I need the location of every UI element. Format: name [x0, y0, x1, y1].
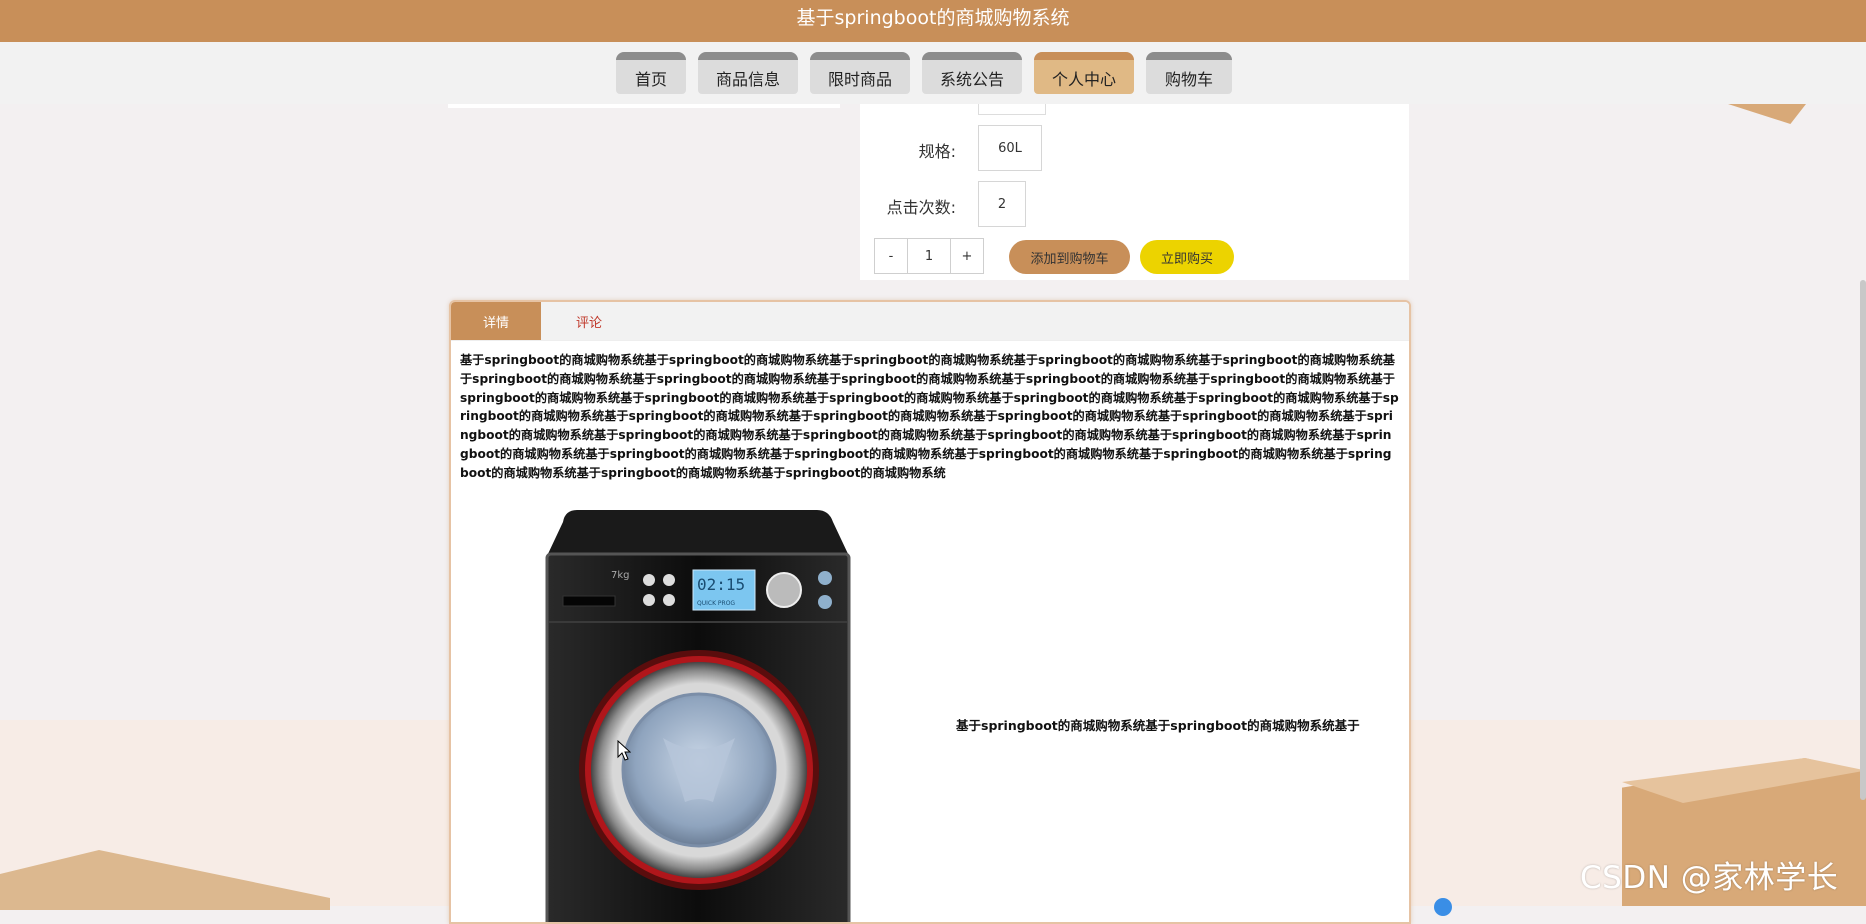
- site-title-bar: 基于springboot的商城购物系统: [0, 0, 1866, 42]
- decor-box-corner: [1728, 104, 1806, 124]
- field-box-partial: [978, 104, 1046, 115]
- svg-text:7kg: 7kg: [611, 570, 630, 581]
- nav-personal-center[interactable]: 个人中心: [1034, 52, 1134, 94]
- product-info-panel: 规格: 60L 点击次数: 2 - 1 + 添加到购物车 立即购买: [860, 104, 1409, 280]
- tab-details[interactable]: 详情: [451, 302, 541, 340]
- mouse-cursor-icon: [617, 740, 631, 761]
- washer-display-time: 02:15: [697, 575, 745, 594]
- nav-announcements[interactable]: 系统公告: [922, 52, 1022, 94]
- spec-label: 规格:: [918, 142, 956, 161]
- qty-plus-button[interactable]: +: [951, 239, 983, 273]
- buy-now-button[interactable]: 立即购买: [1140, 240, 1234, 274]
- qty-minus-button[interactable]: -: [875, 239, 907, 273]
- main-nav: 首页 商品信息 限时商品 系统公告 个人中心 购物车: [0, 42, 1866, 104]
- clicks-value: 2: [978, 181, 1026, 227]
- detail-panel: 详情 评论 基于springboot的商城购物系统基于springboot的商城…: [449, 300, 1411, 924]
- nav-flash-sale[interactable]: 限时商品: [810, 52, 910, 94]
- floating-dot: [1434, 898, 1452, 916]
- spec-value: 60L: [978, 125, 1042, 171]
- quantity-stepper: - 1 +: [874, 238, 984, 274]
- description-side-text: 基于springboot的商城购物系统基于springboot的商城购物系统基于: [956, 718, 1360, 733]
- nav-home[interactable]: 首页: [616, 52, 686, 94]
- nav-products[interactable]: 商品信息: [698, 52, 798, 94]
- washer-display-sub: QUICK PROG: [697, 600, 735, 607]
- image-panel-edge: [448, 104, 840, 108]
- page-scrollbar[interactable]: [1860, 280, 1866, 800]
- tab-comments[interactable]: 评论: [541, 302, 637, 340]
- watermark-text: CSDN @家林学长: [1580, 860, 1839, 896]
- site-title: 基于springboot的商城购物系统: [796, 7, 1070, 29]
- add-to-cart-button[interactable]: 添加到购物车: [1009, 240, 1130, 274]
- nav-cart[interactable]: 购物车: [1146, 52, 1232, 94]
- detail-tabs: 详情 评论: [451, 302, 1409, 341]
- product-description: 基于springboot的商城购物系统基于springboot的商城购物系统基于…: [460, 353, 1399, 480]
- qty-input[interactable]: 1: [907, 239, 951, 273]
- washing-machine-image: 7kg 02:15 QUICK PROG: [545, 510, 851, 922]
- clicks-label: 点击次数:: [886, 198, 956, 217]
